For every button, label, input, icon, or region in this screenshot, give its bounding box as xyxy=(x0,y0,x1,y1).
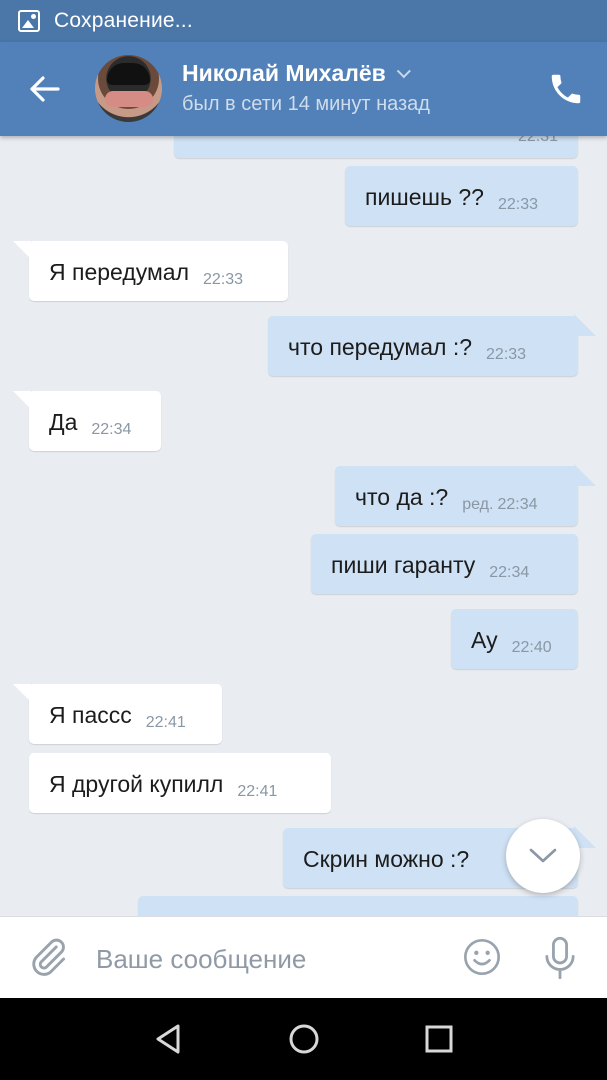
scroll-to-bottom-button[interactable] xyxy=(506,819,580,893)
message-time-value: 22:34 xyxy=(497,496,538,513)
message-bubble[interactable]: пишешь ?? 22:33 xyxy=(345,166,578,226)
system-nav-bar xyxy=(0,998,607,1080)
nav-home-button[interactable] xyxy=(283,1018,325,1060)
message-time: 22:34 xyxy=(489,564,530,581)
arrow-left-icon xyxy=(30,76,60,102)
message-input[interactable] xyxy=(96,939,436,979)
edited-label: ред. xyxy=(462,496,494,513)
message-bubble[interactable]: Я другой купилл 22:41 xyxy=(29,753,331,813)
emoji-button[interactable] xyxy=(462,937,502,977)
last-seen-status: был в сети 14 минут назад xyxy=(182,93,430,115)
message-time xyxy=(483,876,503,888)
message-text: пиши гаранту xyxy=(331,552,476,578)
message-bubble[interactable]: Я передумал 22:33 xyxy=(13,241,288,301)
message-text: Я передумал xyxy=(49,259,190,285)
microphone-icon xyxy=(545,936,575,980)
message-text: Ау xyxy=(471,627,498,653)
message-time: 22:41 xyxy=(237,783,278,800)
paperclip-icon xyxy=(32,938,66,976)
message-text: Я другой купилл xyxy=(49,771,224,797)
message-time: 22:33 xyxy=(203,271,244,288)
chat-header: Николай Михалёв был в сети 14 минут наза… xyxy=(0,42,607,136)
message-bubble[interactable]: Я пассс 22:41 xyxy=(13,684,222,744)
message-text: Да xyxy=(49,409,78,435)
message-time: 22:40 xyxy=(511,639,552,656)
phone-icon xyxy=(551,74,581,104)
contact-name-button[interactable]: Николай Михалёв xyxy=(182,60,411,87)
message-time: 22:31 xyxy=(517,136,558,145)
smile-icon xyxy=(464,939,500,975)
message-bubble[interactable]: Ау 22:40 xyxy=(451,609,578,669)
chevron-down-icon xyxy=(396,63,411,78)
square-recent-icon xyxy=(425,1025,453,1053)
bubble-tail xyxy=(13,684,31,702)
bubble-tail xyxy=(574,314,596,336)
message-bubble[interactable] xyxy=(138,896,578,916)
nav-back-button[interactable] xyxy=(148,1018,190,1060)
message-text: что да :? xyxy=(355,484,449,510)
message-text: Скрин можно :? xyxy=(303,846,470,872)
back-button[interactable] xyxy=(22,66,68,112)
message-text: Я пассс xyxy=(49,702,132,728)
avatar-cap xyxy=(107,63,150,85)
message-text: пишешь ?? xyxy=(365,184,484,210)
message-text: что передумал :? xyxy=(288,334,473,360)
message-bubble[interactable]: 22:31 xyxy=(174,136,578,158)
bubble-tail xyxy=(13,391,31,409)
message-list[interactable]: 22:31 пишешь ?? 22:33 Я передумал 22:33 … xyxy=(0,136,607,916)
message-bubble[interactable]: что передумал :? 22:33 xyxy=(268,314,596,376)
message-time: ред. 22:34 xyxy=(462,496,557,526)
message-bubble[interactable]: пиши гаранту 22:34 xyxy=(311,534,578,594)
message-time: 22:41 xyxy=(145,714,186,731)
avatar[interactable] xyxy=(95,55,162,122)
chevron-down-icon xyxy=(529,848,557,863)
call-button[interactable] xyxy=(547,70,585,108)
message-bubble[interactable]: что да :? ред. 22:34 xyxy=(335,464,596,526)
nav-recent-button[interactable] xyxy=(418,1018,460,1060)
message-time: 22:34 xyxy=(91,421,132,438)
message-time: 22:33 xyxy=(497,196,538,213)
image-save-icon xyxy=(18,10,40,32)
message-composer xyxy=(0,916,607,998)
status-text: Сохранение... xyxy=(54,9,193,32)
circle-home-icon xyxy=(289,1024,319,1054)
triangle-back-icon xyxy=(156,1024,180,1054)
voice-message-button[interactable] xyxy=(540,935,580,981)
bubble-tail xyxy=(574,464,596,486)
message-time: 22:33 xyxy=(486,346,527,363)
status-bar: Сохранение... xyxy=(0,0,607,42)
bubble-tail xyxy=(13,241,31,259)
avatar-detail xyxy=(105,91,153,107)
message-bubble[interactable]: Да 22:34 xyxy=(13,391,161,451)
contact-name: Николай Михалёв xyxy=(182,60,386,86)
attach-button[interactable] xyxy=(26,935,70,979)
